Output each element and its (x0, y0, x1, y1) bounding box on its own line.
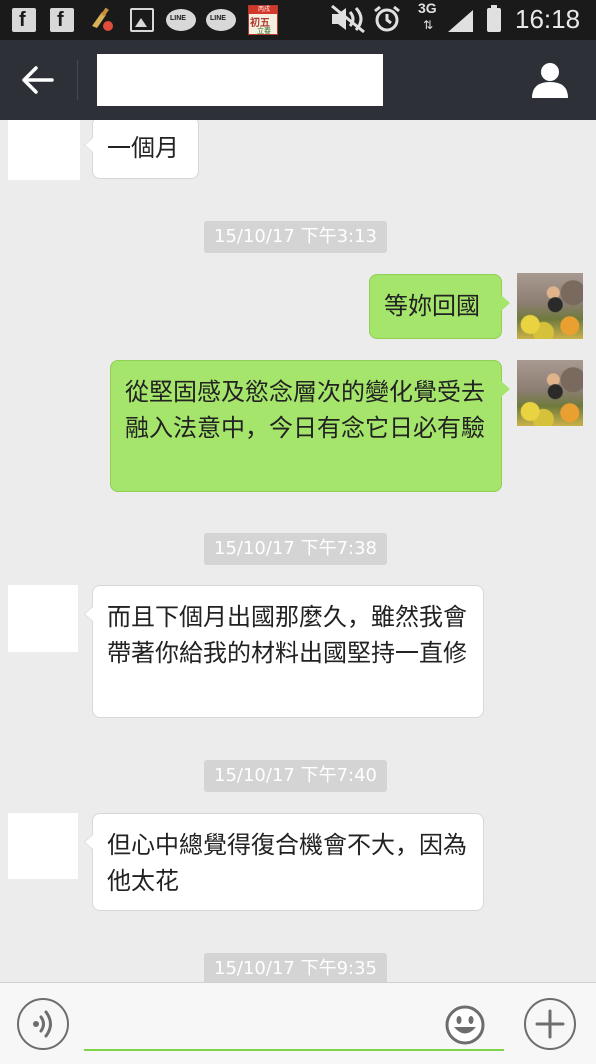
clock: 16:18 (515, 4, 581, 34)
message-text: 從堅固感及慾念層次的變化覺受去融入法意中，今日有念它日必有驗 (125, 378, 485, 442)
status-bar: f f LINE LINE 丙戌 初五 立春 3G ⇅ 16:18 (0, 0, 596, 40)
message-text: 等妳回國 (384, 292, 480, 320)
timestamp: 15/10/17 下午7:38 (204, 533, 387, 565)
my-avatar[interactable] (517, 273, 583, 339)
signal-icon (448, 10, 473, 32)
message-text: 而且下個月出國那麼久，雖然我會帶著你給我的材料出國堅持一直修 (107, 603, 467, 667)
voice-button[interactable] (17, 998, 69, 1050)
message-text: 但心中總覺得復合機會不大，因為他太花 (107, 831, 467, 895)
facebook-icon: f (50, 8, 74, 32)
message-bubble-outgoing[interactable]: 從堅固感及慾念層次的變化覺受去融入法意中，今日有念它日必有驗 (110, 360, 510, 492)
timestamp: 15/10/17 下午3:13 (204, 221, 387, 253)
contact-avatar[interactable] (8, 585, 78, 652)
message-bubble-incoming[interactable]: 一個月 (84, 120, 199, 179)
cleaner-icon (88, 6, 113, 31)
calendar-sub-text: 立春 (257, 27, 271, 35)
line-app-label: LINE (210, 15, 226, 22)
message-input[interactable] (84, 995, 504, 1051)
timestamp: 15/10/17 下午9:35 (204, 953, 387, 982)
line-app-icon: LINE (166, 9, 196, 31)
message-list[interactable]: 一個月 15/10/17 下午3:13 等妳回國 從堅固感及慾念層次的變化覺受去… (0, 120, 596, 982)
contact-name (97, 54, 383, 106)
header-divider (77, 60, 78, 100)
chat-header (0, 40, 596, 120)
back-button[interactable] (18, 62, 58, 98)
battery-icon (487, 5, 501, 32)
voice-icon (33, 1010, 52, 1038)
alarm-icon (372, 4, 402, 40)
calendar-icon: 丙戌 初五 立春 (248, 5, 278, 35)
data-arrows-icon: ⇅ (423, 18, 434, 32)
facebook-letter: f (57, 9, 64, 31)
plus-button[interactable] (524, 998, 576, 1050)
message-bubble-incoming[interactable]: 而且下個月出國那麼久，雖然我會帶著你給我的材料出國堅持一直修 (84, 585, 484, 718)
message-bubble-incoming[interactable]: 但心中總覺得復合機會不大，因為他太花 (84, 813, 484, 911)
facebook-letter: f (19, 9, 26, 31)
person-icon (532, 63, 568, 98)
mute-icon (330, 4, 368, 40)
line-app-label: LINE (170, 15, 186, 22)
calendar-top-text: 丙戌 (258, 6, 271, 13)
arrow-left-icon (22, 66, 54, 94)
plus-icon (535, 1009, 565, 1039)
message-bubble-outgoing[interactable]: 等妳回國 (369, 274, 510, 339)
facebook-icon: f (12, 8, 36, 32)
gallery-icon (130, 8, 154, 32)
network-type: 3G (418, 0, 437, 16)
my-avatar[interactable] (517, 360, 583, 426)
emoji-button[interactable] (444, 1004, 486, 1046)
timestamp: 15/10/17 下午7:40 (204, 760, 387, 792)
contact-avatar[interactable] (8, 120, 80, 180)
line-app-icon: LINE (206, 9, 236, 31)
input-bar (0, 982, 596, 1064)
contact-avatar[interactable] (8, 813, 78, 879)
smiley-icon (445, 1005, 485, 1045)
message-text: 一個月 (107, 134, 179, 162)
profile-button[interactable] (528, 60, 572, 100)
